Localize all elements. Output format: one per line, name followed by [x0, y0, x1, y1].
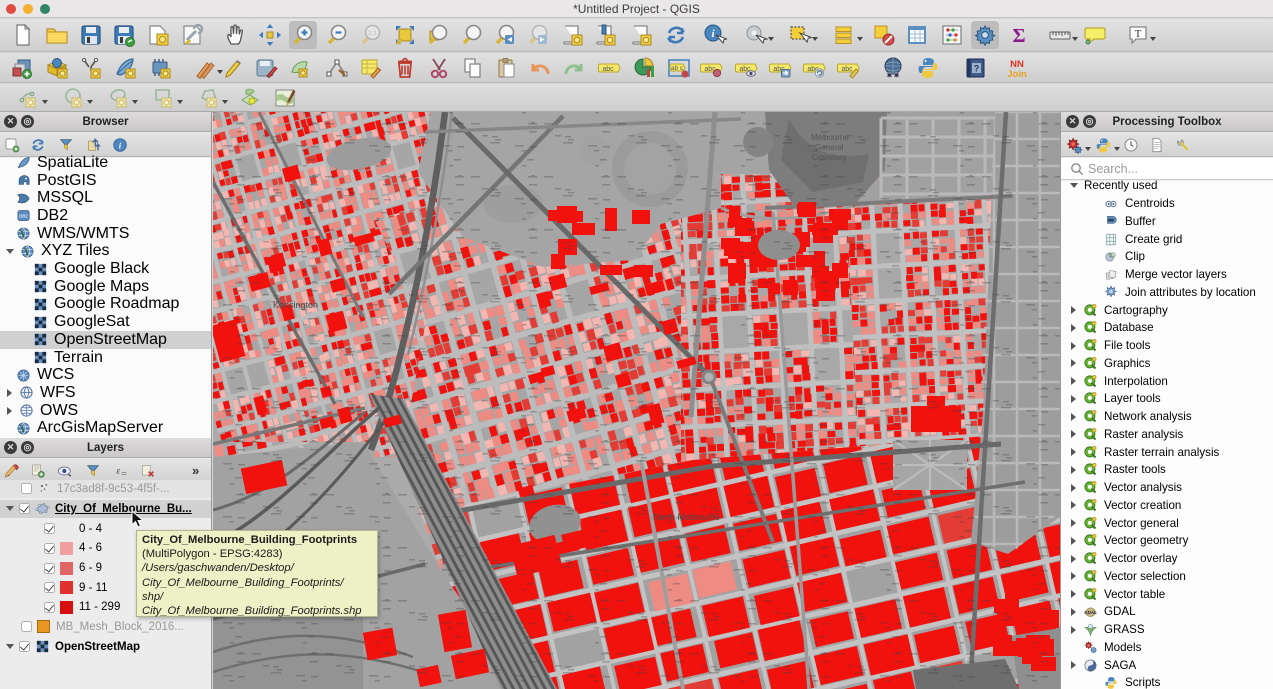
svg-text:ε: ε — [116, 467, 120, 477]
svg-text:Kensington: Kensington — [273, 300, 318, 310]
svg-text:Σ: Σ — [1012, 25, 1025, 47]
svg-text:abc: abc — [841, 66, 853, 73]
svg-text:Melbourne: Melbourne — [811, 133, 849, 142]
svg-text:ab c: ab c — [671, 65, 684, 72]
svg-text:T: T — [1135, 28, 1142, 40]
svg-text:GDAL: GDAL — [1084, 610, 1097, 615]
svg-text:North Melbourne: North Melbourne — [653, 512, 720, 522]
svg-text:abc: abc — [602, 66, 614, 73]
svg-text:DB2: DB2 — [19, 214, 28, 219]
svg-text:Join: Join — [1007, 69, 1027, 80]
svg-text:1:1: 1:1 — [368, 30, 377, 37]
svg-text:General: General — [815, 143, 844, 152]
svg-text:?: ? — [974, 64, 980, 74]
svg-text:Cemetery: Cemetery — [812, 153, 847, 162]
